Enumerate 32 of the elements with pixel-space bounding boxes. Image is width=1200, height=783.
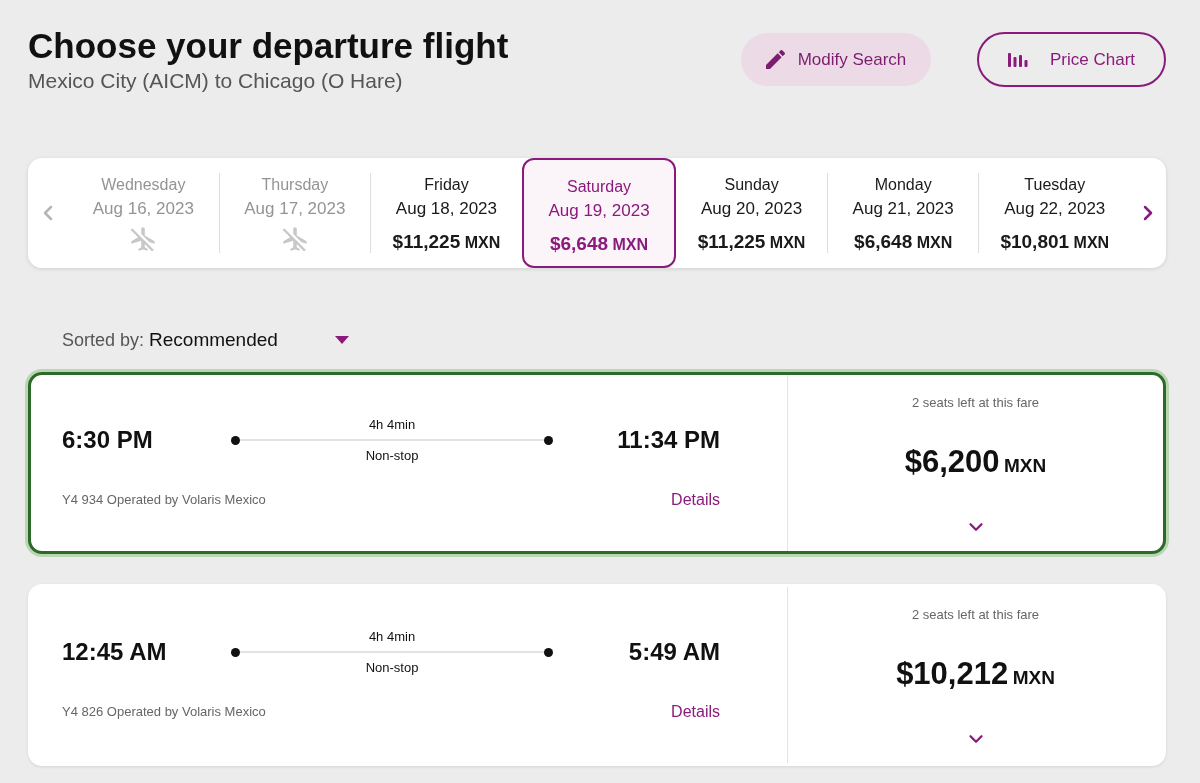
date-tab[interactable]: Friday Aug 18, 2023 $11,225 MXN (371, 158, 522, 268)
bar-chart-icon (1008, 52, 1028, 67)
duration-text: 4h 4min (368, 416, 416, 433)
price-chart-button[interactable]: Price Chart (977, 32, 1166, 87)
date-tab[interactable]: Saturday Aug 19, 2023 $6,648 MXN (521, 158, 677, 268)
fare-price: $6,200 MXN (904, 443, 1047, 481)
pencil-icon (765, 50, 785, 69)
date-tab[interactable]: Tuesday Aug 22, 2023 $10,801 MXN (979, 158, 1131, 268)
departure-time: 12:45 AM (62, 638, 167, 665)
operator-text: Y4 826 Operated by Volaris Mexico (62, 703, 266, 722)
arrival-time: 11:34 PM (617, 425, 720, 455)
date-tab[interactable]: Sunday Aug 20, 2023 $11,225 MXN (676, 158, 827, 268)
details-link[interactable]: Details (671, 700, 720, 724)
sort-label: Sorted by: (62, 328, 145, 352)
date-tab[interactable]: Monday Aug 21, 2023 $6,648 MXN (827, 158, 979, 268)
operator-text: Y4 934 Operated by Volaris Mexico (62, 491, 266, 510)
route-subtitle: Mexico City (AICM) to Chicago (O Hare) (28, 68, 404, 94)
departure-time: 6:30 PM (62, 426, 153, 453)
page-title: Choose your departure flight (28, 26, 509, 66)
plane-off-icon (129, 225, 158, 253)
sort-dropdown[interactable]: Recommended (149, 325, 352, 355)
caret-icon (335, 336, 350, 344)
stops-text: Non-stop (365, 447, 419, 464)
plane-off-icon (280, 225, 309, 253)
seats-left-text: 2 seats left at this fare (911, 394, 1040, 412)
arrival-time: 5:49 AM (628, 637, 720, 667)
seats-left-text: 2 seats left at this fare (911, 606, 1040, 624)
details-link[interactable]: Details (671, 488, 720, 512)
modify-search-button[interactable]: Modify Search (741, 33, 931, 86)
duration-text: 4h 4min (368, 628, 416, 645)
fare-price: $10,212 MXN (896, 655, 1055, 693)
stops-text: Non-stop (365, 659, 419, 676)
